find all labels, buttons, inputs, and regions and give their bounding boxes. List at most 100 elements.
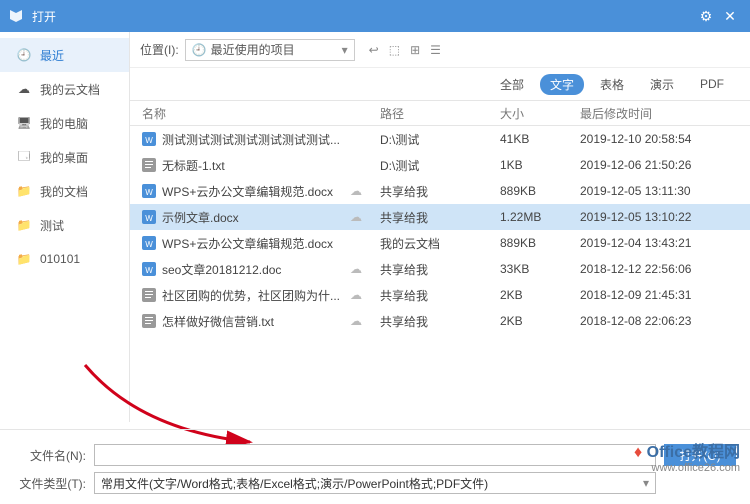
sidebar-item-6[interactable]: 📁 010101: [0, 242, 129, 276]
cloud-icon: ☁: [350, 210, 380, 224]
file-name: WPS+云办公文章编辑规范.docx: [162, 235, 333, 252]
file-name: seo文章20181212.doc: [162, 261, 281, 278]
back-icon[interactable]: ↩: [369, 43, 379, 57]
file-icon: W: [142, 210, 156, 224]
file-path: 共享给我: [380, 183, 500, 200]
svg-text:W: W: [145, 266, 153, 275]
file-size: 2KB: [500, 314, 580, 328]
filetype-label: 文件类型(T):: [14, 475, 86, 492]
file-icon: [142, 288, 156, 302]
file-path: 共享给我: [380, 209, 500, 226]
file-row[interactable]: Wseo文章20181212.doc ☁共享给我33KB2018-12-12 22…: [130, 256, 750, 282]
file-size: 1.22MB: [500, 210, 580, 224]
watermark-suffix: 教程网: [692, 444, 740, 461]
cloud-icon: ☁: [350, 184, 380, 198]
sidebar-item-5[interactable]: 📁测试: [0, 208, 129, 242]
file-name: 无标题-1.txt: [162, 157, 225, 174]
window-settings-icon[interactable]: ⚙: [694, 8, 718, 25]
desktop-icon: 🗔: [16, 149, 32, 165]
file-icon: W: [142, 236, 156, 250]
sidebar: 🕘最近☁我的云文档🖥我的电脑🗔我的桌面📁我的文档📁测试📁010101: [0, 32, 130, 422]
up-icon[interactable]: ⬚: [389, 43, 400, 57]
app-logo-icon: [8, 8, 24, 24]
file-icon: W: [142, 184, 156, 198]
main-area: 🕘最近☁我的云文档🖥我的电脑🗔我的桌面📁我的文档📁测试📁010101 位置(I)…: [0, 32, 750, 422]
file-row[interactable]: 社区团购的优势，社区团购为什...☁共享给我2KB2018-12-09 21:4…: [130, 282, 750, 308]
sidebar-item-1[interactable]: ☁我的云文档: [0, 72, 129, 106]
file-date: 2019-12-06 21:50:26: [580, 158, 750, 172]
recent-icon: 🕘: [192, 43, 207, 57]
col-date[interactable]: 最后修改时间: [580, 105, 750, 122]
pc-icon: 🖥: [16, 115, 32, 131]
folder-icon: 📁: [16, 217, 32, 233]
file-date: 2018-12-12 22:56:06: [580, 262, 750, 276]
view-icon[interactable]: ☰: [430, 43, 441, 57]
file-icon: [142, 158, 156, 172]
file-name: WPS+云办公文章编辑规范.docx: [162, 183, 333, 200]
file-date: 2019-12-05 13:11:30: [580, 184, 750, 198]
file-name: 怎样做好微信营销.txt: [162, 313, 274, 330]
filename-input[interactable]: [94, 444, 656, 466]
filename-label: 文件名(N):: [14, 447, 86, 464]
sidebar-item-label: 我的电脑: [40, 115, 88, 132]
col-size[interactable]: 大小: [500, 105, 580, 122]
svg-text:W: W: [145, 136, 153, 145]
svg-text:W: W: [145, 240, 153, 249]
location-dropdown[interactable]: 🕘 最近使用的项目 ▾: [185, 39, 355, 61]
file-size: 41KB: [500, 132, 580, 146]
location-label: 位置(I):: [140, 41, 179, 58]
file-size: 889KB: [500, 236, 580, 250]
file-date: 2018-12-08 22:06:23: [580, 314, 750, 328]
window-title: 打开: [32, 8, 694, 25]
file-row[interactable]: W WPS+云办公文章编辑规范.docx 我的云文档889KB2019-12-04 …: [130, 230, 750, 256]
file-row[interactable]: W 测试测试测试测试测试测试测试... D:\测试41KB2019-12-10 20…: [130, 126, 750, 152]
file-path: D:\测试: [380, 131, 500, 148]
folder-icon: 📁: [16, 251, 32, 267]
filter-tab-4[interactable]: PDF: [690, 75, 734, 93]
file-date: 2019-12-10 20:58:54: [580, 132, 750, 146]
sidebar-item-label: 我的桌面: [40, 149, 88, 166]
col-name[interactable]: 名称: [130, 105, 350, 122]
file-path: 共享给我: [380, 287, 500, 304]
file-name: 社区团购的优势，社区团购为什...: [162, 287, 340, 304]
file-icon: [142, 314, 156, 328]
file-date: 2018-12-09 21:45:31: [580, 288, 750, 302]
filetype-dropdown[interactable]: 常用文件(文字/Word格式;表格/Excel格式;演示/PowerPoint格…: [94, 472, 656, 494]
cloud-icon: ☁: [350, 314, 380, 328]
sidebar-item-label: 我的云文档: [40, 81, 100, 98]
window-close-icon[interactable]: ✕: [718, 8, 742, 25]
sidebar-item-2[interactable]: 🖥 我的电脑: [0, 106, 129, 140]
sidebar-item-3[interactable]: 🗔 我的桌面: [0, 140, 129, 174]
file-name: 测试测试测试测试测试测试测试...: [162, 131, 340, 148]
file-path: 共享给我: [380, 313, 500, 330]
folder-icon: 📁: [16, 183, 32, 199]
file-path: D:\测试: [380, 157, 500, 174]
file-row[interactable]: WWPS+云办公文章编辑规范.docx☁共享给我889KB2019-12-05 …: [130, 178, 750, 204]
file-row[interactable]: W示例文章.docx☁共享给我1.22MB2019-12-05 13:10:22: [130, 204, 750, 230]
filter-tab-2[interactable]: 表格: [590, 74, 634, 95]
sidebar-item-label: 010101: [40, 252, 80, 266]
location-value: 最近使用的项目: [211, 41, 295, 58]
file-path: 我的云文档: [380, 235, 500, 252]
file-icon: W: [142, 262, 156, 276]
titlebar: 打开 ⚙ ✕: [0, 0, 750, 32]
sidebar-item-label: 最近: [40, 47, 64, 64]
filter-tab-1[interactable]: 文字: [540, 74, 584, 95]
col-path[interactable]: 路径: [380, 105, 500, 122]
file-size: 2KB: [500, 288, 580, 302]
watermark-url: www.office26.com: [634, 462, 740, 474]
filter-row: 全部文字表格演示 PDF: [130, 68, 750, 100]
sidebar-item-4[interactable]: 📁我的文档: [0, 174, 129, 208]
file-path: 共享给我: [380, 261, 500, 278]
file-row[interactable]: 怎样做好微信营销.txt ☁共享给我2KB2018-12-08 22:06:23: [130, 308, 750, 334]
chevron-down-icon: ▾: [342, 43, 348, 57]
filter-tab-0[interactable]: 全部: [490, 74, 534, 95]
file-row[interactable]: 无标题-1.txtD:\测试1KB2019-12-06 21:50:26: [130, 152, 750, 178]
toolbar-icons: ↩ ⬚ ⊞ ☰: [369, 43, 441, 57]
file-date: 2019-12-04 13:43:21: [580, 236, 750, 250]
file-size: 33KB: [500, 262, 580, 276]
sidebar-item-0[interactable]: 🕘最近: [0, 38, 129, 72]
new-folder-icon[interactable]: ⊞: [410, 43, 420, 57]
filter-tab-3[interactable]: 演示: [640, 74, 684, 95]
cloud-icon: ☁: [350, 262, 380, 276]
